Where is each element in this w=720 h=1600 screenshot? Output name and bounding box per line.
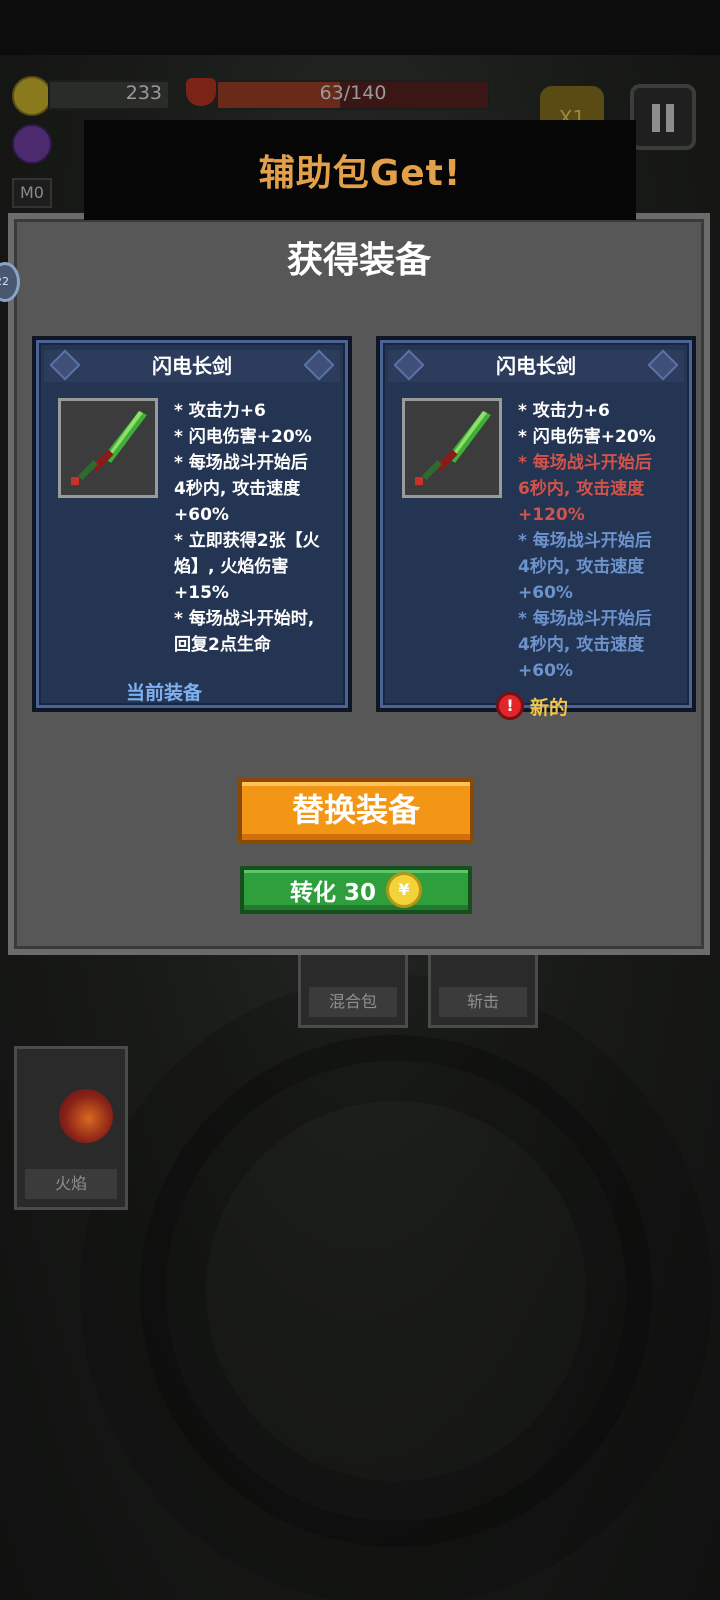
diamond-ornament-icon [303,349,335,381]
current-equipment-name: 闪电长剑 [152,354,232,378]
stat-line: 4秒内, 攻击速度 [518,635,645,655]
stat-line: +15% [174,583,229,603]
coin-icon: ¥ [386,872,422,908]
mana-label: M0 [12,178,52,208]
stat-line: * 每场战斗开始后 [518,531,652,551]
side-badge-label: 22 [0,275,9,288]
fireball-icon [59,1089,113,1143]
alert-icon: ! [496,692,524,720]
toast-text: 辅助包Get! [258,153,462,194]
stat-line: * 闪电伤害+20% [174,427,312,447]
stat-line: +120% [518,505,585,525]
new-equipment-footer-label: 新的 [530,696,569,719]
new-equipment-header: 闪电长剑 [388,349,684,382]
pause-button[interactable] [630,84,696,150]
current-equipment-footer: 当前装备 [126,682,203,704]
stat-line: +60% [518,661,573,681]
new-equipment-stats: * 攻击力+6 * 闪电伤害+20% * 每场战斗开始后 6秒内, 攻击速度 +120%… [518,398,696,684]
diamond-ornament-icon [393,349,425,381]
dialog-title: 获得装备 [286,240,431,281]
gold-value: 233 [125,82,162,104]
hp-value: 63/140 [319,82,387,104]
stat-line: * 立即获得2张【火 [174,531,320,551]
convert-button-label: 转化 30 [289,880,376,906]
stat-line: 焰】, 火焰伤害 [174,557,289,577]
replace-equipment-button[interactable]: 替换装备 [238,778,474,844]
pause-icon [652,104,660,132]
stat-line: +60% [174,505,229,525]
green-sword-icon [71,411,147,485]
stat-line: * 闪电伤害+20% [518,427,656,447]
stat-line: * 每场战斗开始后 [518,453,652,473]
card-mix[interactable]: 混合包 [298,952,408,1028]
convert-button[interactable]: 转化 30 ¥ [240,866,472,914]
new-equipment-name: 闪电长剑 [496,354,576,378]
new-equipment-panel: 闪电长剑 * 攻击力+6 * 闪电伤害+20% * 每场战斗开始后 6秒内, 攻击速度… [376,336,696,712]
mana-orb-icon [12,124,52,164]
current-item-slot [58,398,158,498]
stat-line: * 攻击力+6 [518,401,610,421]
card-mix-label: 混合包 [309,987,397,1017]
current-equipment-stats: * 攻击力+6 * 闪电伤害+20% * 每场战斗开始后 4秒内, 攻击速度 +60% *… [174,398,352,658]
stat-line: 回复2点生命 [174,635,271,655]
gold-coin-icon [12,76,52,116]
diamond-ornament-icon [647,349,679,381]
green-sword-icon [415,411,491,485]
stat-line: * 每场战斗开始时, [174,609,315,629]
stat-line: * 每场战斗开始后 [174,453,308,473]
diamond-ornament-icon [49,349,81,381]
card-fire-label: 火焰 [25,1169,117,1199]
card-slash-label: 斩击 [439,987,527,1017]
current-equipment-header: 闪电长剑 [44,349,340,382]
new-item-slot [402,398,502,498]
stat-line: 6秒内, 攻击速度 [518,479,645,499]
card-fire[interactable]: 火焰 [14,1046,128,1210]
toast-banner: 辅助包Get! [84,120,636,220]
stat-line: +60% [518,583,573,603]
heart-icon [186,78,216,106]
stat-line: 4秒内, 攻击速度 [174,479,301,499]
current-equipment-panel: 闪电长剑 * 攻击力+6 * 闪电伤害+20% * 每场战斗开始后 4秒内, 攻击速度… [32,336,352,712]
stat-line: * 攻击力+6 [174,401,266,421]
pause-icon-bar [666,104,674,132]
stat-line: 4秒内, 攻击速度 [518,557,645,577]
card-slash[interactable]: 斩击 [428,952,538,1028]
stat-line: * 每场战斗开始后 [518,609,652,629]
new-equipment-footer: ! 新的 [496,692,568,720]
